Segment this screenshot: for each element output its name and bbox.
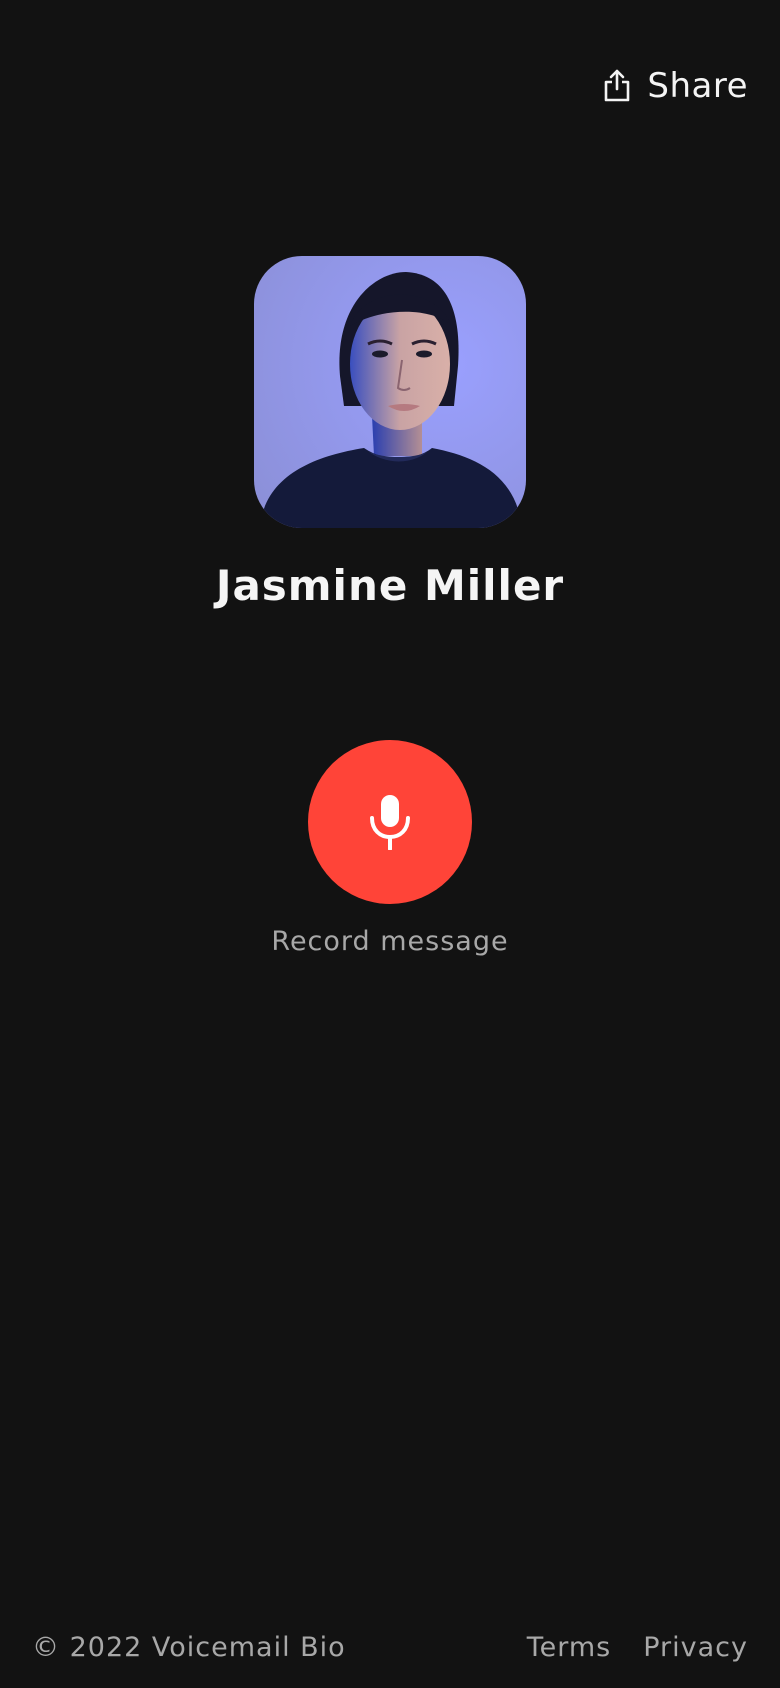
record-message-label: Record message: [271, 926, 509, 957]
share-label: Share: [647, 66, 748, 106]
profile-name: Jasmine Miller: [215, 561, 565, 610]
share-button[interactable]: Share: [603, 66, 748, 106]
avatar-photo: [254, 256, 526, 528]
privacy-link[interactable]: Privacy: [643, 1628, 748, 1668]
copyright-text: © 2022 Voicemail Bio: [32, 1632, 346, 1663]
footer: © 2022 Voicemail Bio Terms Privacy: [32, 1628, 748, 1668]
avatar: [254, 256, 526, 528]
share-icon: [605, 69, 630, 102]
microphone-icon: [370, 795, 410, 850]
terms-link[interactable]: Terms: [527, 1628, 612, 1668]
record-button[interactable]: [308, 740, 472, 904]
footer-links: Terms Privacy: [527, 1628, 748, 1668]
